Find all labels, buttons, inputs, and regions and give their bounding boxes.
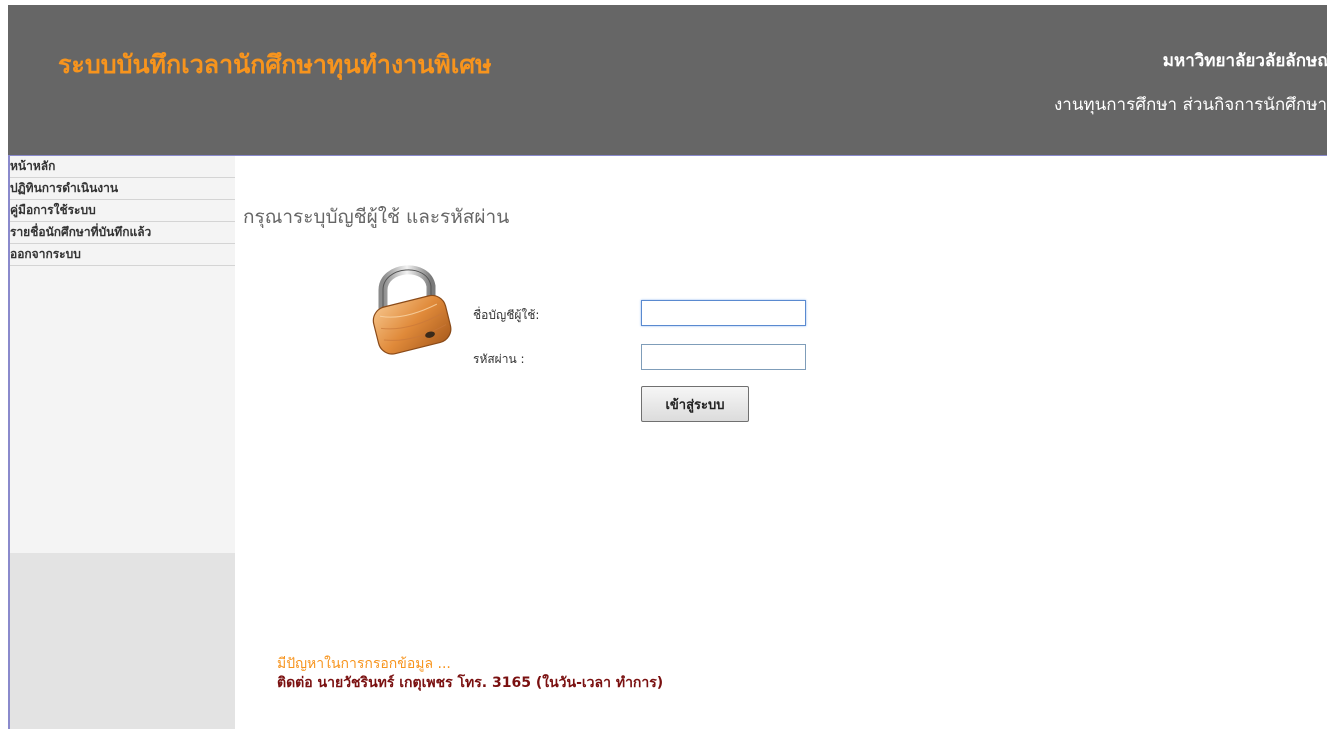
sidebar-menu: หน้าหลัก ปฏิทินการดำเนินงาน คู่มือการใช้… (10, 156, 235, 266)
username-label: ชื่อบัญชีผู้ใช้: (473, 308, 540, 322)
site-title: ระบบบันทึกเวลานักศึกษาทุนทำงานพิเศษ (58, 50, 492, 79)
university-name: มหาวิทยาลัยวลัยลักษณ์ (1162, 51, 1327, 71)
username-input[interactable] (641, 300, 806, 326)
login-button[interactable]: เข้าสู่ระบบ (641, 386, 749, 422)
header-banner: ระบบบันทึกเวลานักศึกษาทุนทำงานพิเศษ มหาว… (8, 5, 1327, 156)
password-label: รหัสผ่าน : (473, 352, 525, 366)
sidebar-footer-panel (10, 553, 235, 729)
sidebar-item-calendar[interactable]: ปฏิทินการดำเนินงาน (10, 178, 235, 200)
login-prompt: กรุณาระบุบัญชีผู้ใช้ และรหัสผ่าน (243, 206, 510, 228)
sidebar-item-manual[interactable]: คู่มือการใช้ระบบ (10, 200, 235, 222)
password-input[interactable] (641, 344, 806, 370)
main-content: กรุณาระบุบัญชีผู้ใช้ และรหัสผ่าน ชื่อบัญ… (235, 156, 1327, 729)
sidebar-item-home[interactable]: หน้าหลัก (10, 156, 235, 178)
department-name: งานทุนการศึกษา ส่วนกิจการนักศึกษา (1053, 95, 1327, 115)
sidebar: หน้าหลัก ปฏิทินการดำเนินงาน คู่มือการใช้… (10, 156, 235, 729)
sidebar-item-logout[interactable]: ออกจากระบบ (10, 244, 235, 266)
contact-info: ติดต่อ นายวัชรินทร์ เกตุเพชร โทร. 3165 (… (277, 675, 664, 691)
padlock-icon (372, 265, 452, 355)
sidebar-item-recorded-students[interactable]: รายชื่อนักศึกษาที่บันทึกแล้ว (10, 222, 235, 244)
